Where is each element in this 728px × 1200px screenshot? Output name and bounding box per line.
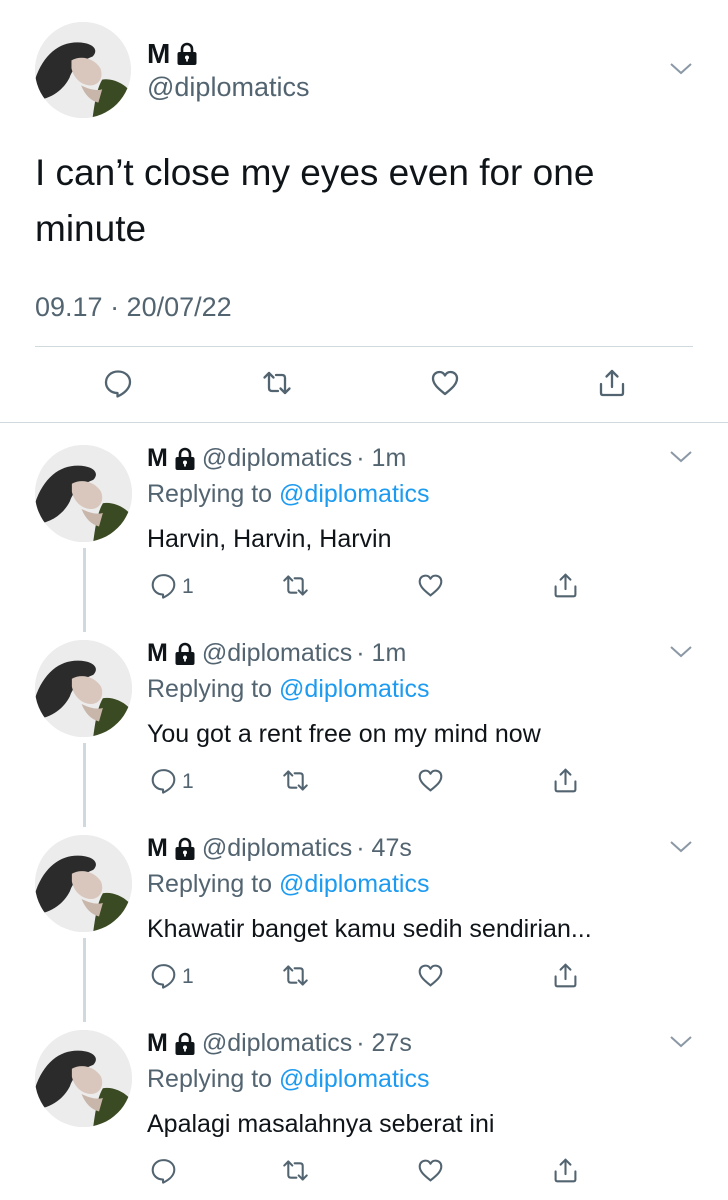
reply-time[interactable]: · 1m bbox=[356, 446, 406, 471]
retweet-icon[interactable] bbox=[282, 1157, 309, 1184]
reply-header: M @diplomatics · 1m bbox=[147, 446, 406, 471]
reply-header: M @diplomatics · 1m bbox=[147, 641, 406, 666]
replying-to: Replying to @diplomatics bbox=[147, 1067, 429, 1092]
avatar[interactable] bbox=[35, 640, 132, 737]
reply-text: You got a rent free on my mind now bbox=[147, 720, 541, 748]
user-handle[interactable]: @diplomatics bbox=[147, 74, 309, 101]
share-icon[interactable] bbox=[552, 767, 579, 794]
replying-to-label: Replying to bbox=[147, 480, 280, 508]
user-handle[interactable]: @diplomatics bbox=[202, 446, 352, 471]
like-icon[interactable] bbox=[417, 962, 444, 989]
reply-count: 1 bbox=[182, 770, 194, 793]
like-icon[interactable] bbox=[417, 1157, 444, 1184]
retweet-icon[interactable] bbox=[262, 368, 292, 398]
reply-time[interactable]: · 1m bbox=[356, 641, 406, 666]
share-icon[interactable] bbox=[552, 962, 579, 989]
chevron-down-icon[interactable] bbox=[668, 60, 694, 78]
replying-to: Replying to @diplomatics bbox=[147, 872, 429, 897]
like-icon[interactable] bbox=[417, 767, 444, 794]
thread-connector bbox=[83, 743, 86, 827]
thread-connector bbox=[83, 938, 86, 1022]
divider bbox=[0, 422, 728, 423]
avatar[interactable] bbox=[35, 1030, 132, 1127]
reply-icon[interactable] bbox=[150, 1157, 177, 1184]
replying-to-mention[interactable]: @diplomatics bbox=[279, 480, 429, 508]
display-name[interactable]: M bbox=[147, 1031, 168, 1056]
retweet-icon[interactable] bbox=[282, 767, 309, 794]
display-name[interactable]: M bbox=[147, 836, 168, 861]
replying-to: Replying to @diplomatics bbox=[147, 677, 429, 702]
tweet-text: I can’t close my eyes even for one minut… bbox=[35, 152, 595, 249]
reply-time[interactable]: · 27s bbox=[356, 1031, 412, 1056]
replying-to-mention[interactable]: @diplomatics bbox=[279, 1065, 429, 1093]
reply-time[interactable]: · 47s bbox=[356, 836, 412, 861]
reply-count: 1 bbox=[182, 575, 194, 598]
reply-icon[interactable] bbox=[150, 962, 177, 989]
display-name-text[interactable]: M bbox=[147, 40, 170, 68]
lock-icon bbox=[174, 837, 196, 861]
share-icon[interactable] bbox=[597, 368, 627, 398]
replying-to: Replying to @diplomatics bbox=[147, 482, 429, 507]
divider bbox=[35, 346, 693, 347]
user-handle[interactable]: @diplomatics bbox=[202, 1031, 352, 1056]
chevron-down-icon[interactable] bbox=[668, 1033, 694, 1051]
replying-to-label: Replying to bbox=[147, 675, 280, 703]
reply-text: Khawatir banget kamu sedih sendirian... bbox=[147, 915, 592, 943]
avatar[interactable] bbox=[35, 445, 132, 542]
chevron-down-icon[interactable] bbox=[668, 838, 694, 856]
reply-count: 1 bbox=[182, 965, 194, 988]
chevron-down-icon[interactable] bbox=[668, 643, 694, 661]
lock-icon bbox=[176, 42, 198, 66]
like-icon[interactable] bbox=[430, 368, 460, 398]
reply-text: Apalagi masalahnya seberat ini bbox=[147, 1110, 495, 1138]
reply-text: Harvin, Harvin, Harvin bbox=[147, 525, 392, 553]
display-name[interactable]: M bbox=[147, 641, 168, 666]
share-icon[interactable] bbox=[552, 572, 579, 599]
user-handle[interactable]: @diplomatics bbox=[202, 836, 352, 861]
thread-connector bbox=[83, 548, 86, 632]
lock-icon bbox=[174, 642, 196, 666]
retweet-icon[interactable] bbox=[282, 572, 309, 599]
retweet-icon[interactable] bbox=[282, 962, 309, 989]
replying-to-label: Replying to bbox=[147, 870, 280, 898]
lock-icon bbox=[174, 447, 196, 471]
replying-to-mention[interactable]: @diplomatics bbox=[279, 870, 429, 898]
reply-header: M @diplomatics · 27s bbox=[147, 1031, 412, 1056]
display-name[interactable]: M bbox=[147, 40, 198, 68]
replying-to-mention[interactable]: @diplomatics bbox=[279, 675, 429, 703]
avatar[interactable] bbox=[35, 835, 132, 932]
display-name[interactable]: M bbox=[147, 446, 168, 471]
tweet-timestamp[interactable]: 09.17 · 20/07/22 bbox=[35, 294, 232, 321]
reply-icon[interactable] bbox=[150, 767, 177, 794]
chevron-down-icon[interactable] bbox=[668, 448, 694, 466]
reply-header: M @diplomatics · 47s bbox=[147, 836, 412, 861]
reply-icon[interactable] bbox=[103, 368, 133, 398]
share-icon[interactable] bbox=[552, 1157, 579, 1184]
like-icon[interactable] bbox=[417, 572, 444, 599]
lock-icon bbox=[174, 1032, 196, 1056]
avatar[interactable] bbox=[35, 22, 131, 118]
replying-to-label: Replying to bbox=[147, 1065, 280, 1093]
user-handle[interactable]: @diplomatics bbox=[202, 641, 352, 666]
reply-icon[interactable] bbox=[150, 572, 177, 599]
